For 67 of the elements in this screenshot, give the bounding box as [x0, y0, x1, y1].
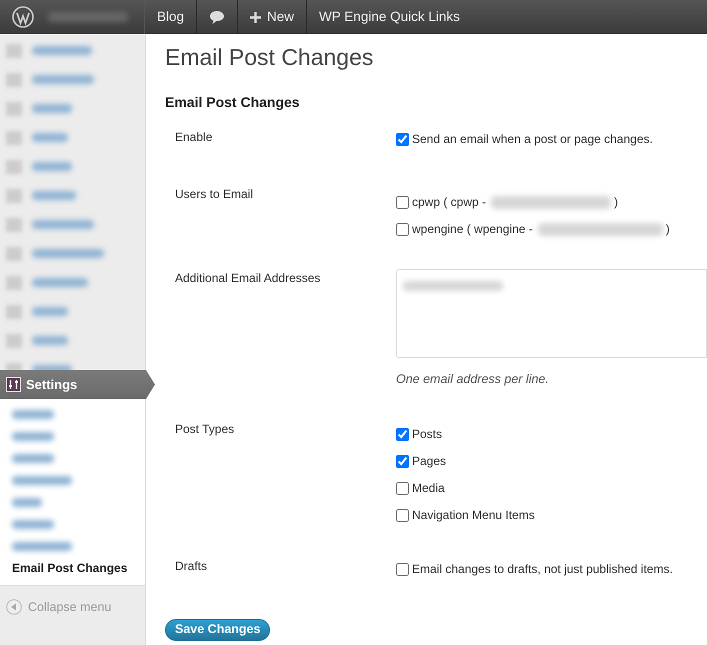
section-title: Email Post Changes [165, 94, 301, 110]
field-hint: One email address per line. [396, 372, 550, 388]
blurred-menu-icon [6, 304, 22, 318]
save-changes-button[interactable]: Save Changes [165, 619, 270, 641]
blurred-menu-item[interactable] [32, 220, 94, 229]
blurred-menu-icon [6, 218, 22, 232]
blurred-menu-item[interactable] [32, 162, 72, 171]
checkbox-label: Posts [412, 427, 442, 442]
blurred-submenu-link[interactable] [12, 498, 42, 506]
settings-icon [6, 377, 21, 392]
admin-bar-link[interactable]: WP Engine Quick Links [306, 0, 472, 34]
blurred-submenu-link[interactable] [12, 410, 54, 418]
blurred-submenu-link[interactable] [12, 542, 72, 550]
page-title: Email Post Changes [165, 44, 374, 72]
checkbox[interactable] [396, 509, 409, 522]
submenu-link[interactable]: Email Post Changes [12, 559, 128, 577]
checkbox-label: wpengine ( wpengine - [412, 222, 533, 238]
blurred-menu-icon [6, 44, 22, 58]
blurred-menu-item[interactable] [32, 75, 94, 84]
admin-bar-link[interactable]: Blog [145, 0, 196, 34]
checkbox[interactable] [396, 428, 409, 442]
blurred-submenu-link[interactable] [12, 454, 54, 462]
settings-menu-item[interactable]: Settings [0, 370, 155, 399]
speech-bubble-icon [209, 10, 226, 24]
blurred-menu-icon [6, 130, 22, 144]
blurred-submenu-link[interactable] [12, 432, 54, 440]
checkbox[interactable] [396, 455, 409, 468]
blurred-menu-item[interactable] [32, 104, 72, 113]
checkbox[interactable] [396, 223, 409, 236]
blurred-menu-icon [6, 188, 22, 202]
new-button[interactable]: New [237, 0, 306, 34]
blurred-menu-icon [6, 246, 22, 260]
checkbox-label: Pages [412, 454, 446, 470]
email-addresses-field[interactable] [396, 269, 707, 358]
field-label: Enable [175, 129, 214, 146]
checkbox-label: ) [614, 195, 618, 210]
blurred-menu-icon [6, 276, 22, 290]
blurred-menu-icon [6, 334, 22, 348]
checkbox-label: Email changes to drafts, not just published items. [412, 562, 673, 578]
checkbox-label: ) [666, 222, 670, 238]
wordpress-logo-icon[interactable] [12, 6, 34, 28]
blurred-menu-icon [6, 160, 22, 174]
checkbox[interactable] [396, 196, 409, 210]
blurred-submenu-link[interactable] [12, 520, 54, 528]
blurred-menu-item[interactable] [32, 133, 68, 142]
blurred-menu-item[interactable] [32, 249, 104, 258]
plus-icon [250, 12, 262, 22]
checkbox-label: Send an email when a post or page changes. [412, 132, 653, 148]
field-label: Users to Email [175, 186, 254, 204]
blurred-menu-icon [6, 72, 22, 86]
field-label: Post Types [175, 421, 236, 438]
blurred-submenu-link[interactable] [12, 476, 72, 484]
checkbox[interactable] [396, 482, 409, 496]
field-label: Additional Email Addresses [175, 270, 322, 288]
blurred-menu-item[interactable] [32, 278, 88, 287]
checkbox[interactable] [396, 563, 409, 576]
blurred-menu-item[interactable] [32, 307, 68, 316]
checkbox[interactable] [396, 133, 409, 146]
checkbox-label: Navigation Menu Items [412, 508, 535, 524]
blurred-menu-item[interactable] [32, 336, 68, 345]
blurred-site-name[interactable] [48, 12, 128, 22]
blurred-menu-icon [6, 102, 22, 116]
field-label: Drafts [175, 558, 208, 576]
blurred-menu-item[interactable] [32, 191, 76, 200]
blurred-menu-item[interactable] [32, 46, 92, 55]
checkbox-label: Media [412, 481, 445, 496]
checkbox-label: cpwp ( cpwp - [412, 195, 486, 210]
